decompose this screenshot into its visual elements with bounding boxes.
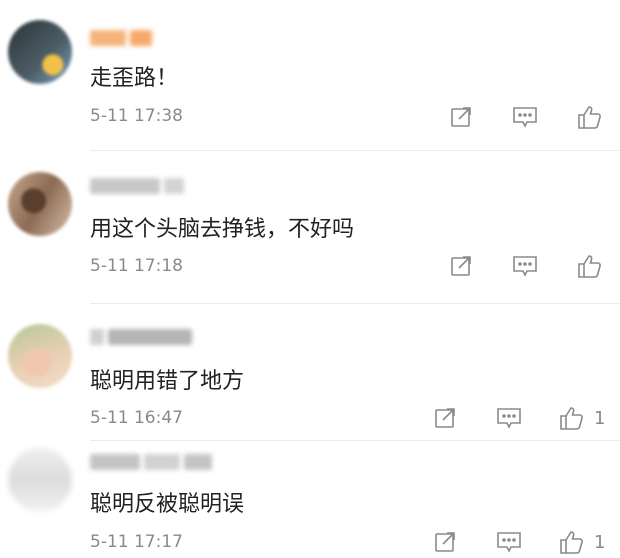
share-icon [451,107,471,127]
avatar[interactable] [8,448,72,512]
comment-time: 5-11 17:18 [90,256,183,276]
share-button[interactable] [430,527,460,557]
comment-text: 聪明反被聪明误 [90,492,245,517]
like-button[interactable] [556,527,586,557]
comment-icon [497,532,521,553]
comment-icon [513,256,537,277]
like-button[interactable] [556,403,586,433]
like-button[interactable] [574,251,604,281]
comment-time: 5-11 17:17 [90,532,183,552]
share-icon [435,408,455,428]
divider [90,303,620,304]
avatar[interactable] [8,20,72,84]
comment-time: 5-11 16:47 [90,408,183,428]
comment-time: 5-11 17:38 [90,106,183,126]
thumbs-up-icon [578,106,601,129]
reply-button[interactable] [510,102,540,132]
like-button[interactable] [574,102,604,132]
share-button[interactable] [446,102,476,132]
username[interactable] [90,454,212,470]
reply-button[interactable] [494,527,524,557]
divider [90,440,620,441]
share-icon [451,256,471,276]
share-icon [435,532,455,552]
comment-icon [513,107,537,128]
like-count: 1 [594,532,606,553]
like-count: 1 [594,408,606,429]
comment-text: 用这个头脑去挣钱，不好吗 [90,217,355,242]
thumbs-up-icon [560,531,583,554]
comment-text: 聪明用错了地方 [90,369,245,394]
thumbs-up-icon [560,407,583,430]
divider [90,150,620,151]
username[interactable] [90,30,152,46]
avatar[interactable] [8,172,72,236]
share-button[interactable] [446,251,476,281]
username[interactable] [90,329,192,345]
avatar[interactable] [8,324,72,388]
username[interactable] [90,178,184,194]
share-button[interactable] [430,403,460,433]
thumbs-up-icon [578,255,601,278]
reply-button[interactable] [510,251,540,281]
comment-icon [497,408,521,429]
reply-button[interactable] [494,403,524,433]
comment-text: 走歪路！ [90,66,179,91]
